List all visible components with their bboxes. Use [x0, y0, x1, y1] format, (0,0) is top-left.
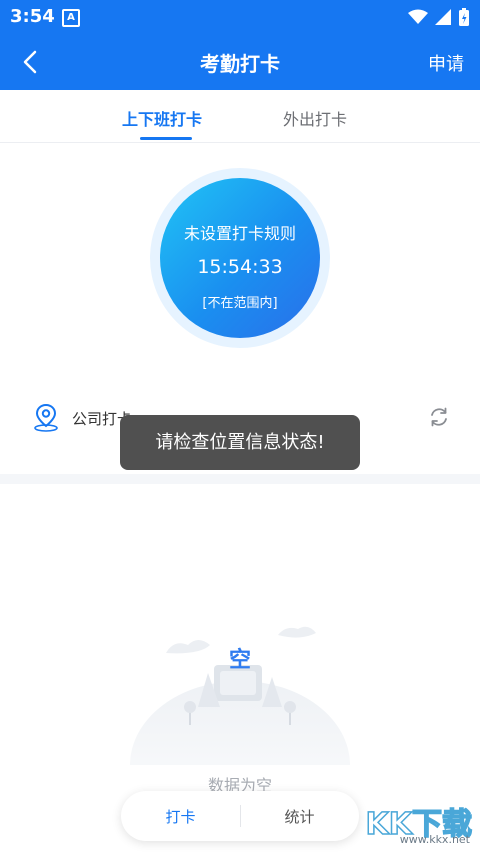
tab-commute-punch[interactable]: 上下班打卡 [122, 106, 202, 130]
watermark: KK下载 www.kkx.net [352, 799, 473, 847]
refresh-icon[interactable] [428, 406, 450, 428]
empty-illustration: 空 [130, 626, 350, 765]
status-icons [408, 7, 470, 27]
tab-bar: 上下班打卡 外出打卡 [0, 90, 480, 143]
tab-outing-punch[interactable]: 外出打卡 [283, 106, 347, 130]
page-title: 考勤打卡 [200, 52, 280, 76]
status-bar: 3:54 A [0, 0, 480, 34]
signal-icon [435, 9, 451, 25]
tab-active-indicator [140, 137, 192, 140]
rule-status-text: 未设置打卡规则 [183, 224, 296, 243]
wifi-icon [408, 9, 428, 24]
apply-button[interactable]: 申请 [428, 50, 464, 76]
watermark-url: www.kkx.net [399, 833, 470, 846]
current-time: 15:54:33 [197, 256, 283, 278]
punch-button[interactable]: 打卡 [121, 806, 240, 827]
section-divider [0, 474, 480, 484]
stats-button[interactable]: 统计 [240, 806, 359, 827]
range-status: [不在范围内] [202, 296, 278, 311]
punch-clock-button[interactable]: 未设置打卡规则 15:54:33 [不在范围内] [160, 178, 320, 338]
location-pin-icon [34, 403, 58, 432]
status-time: 3:54 [10, 6, 55, 27]
bottom-nav: 打卡 统计 [121, 791, 359, 841]
notification-icon: A [62, 9, 80, 27]
empty-char: 空 [229, 647, 251, 673]
battery-icon [459, 8, 469, 26]
toast-message: 请检查位置信息状态! [120, 415, 360, 470]
app-bar: 考勤打卡 申请 [0, 34, 480, 90]
